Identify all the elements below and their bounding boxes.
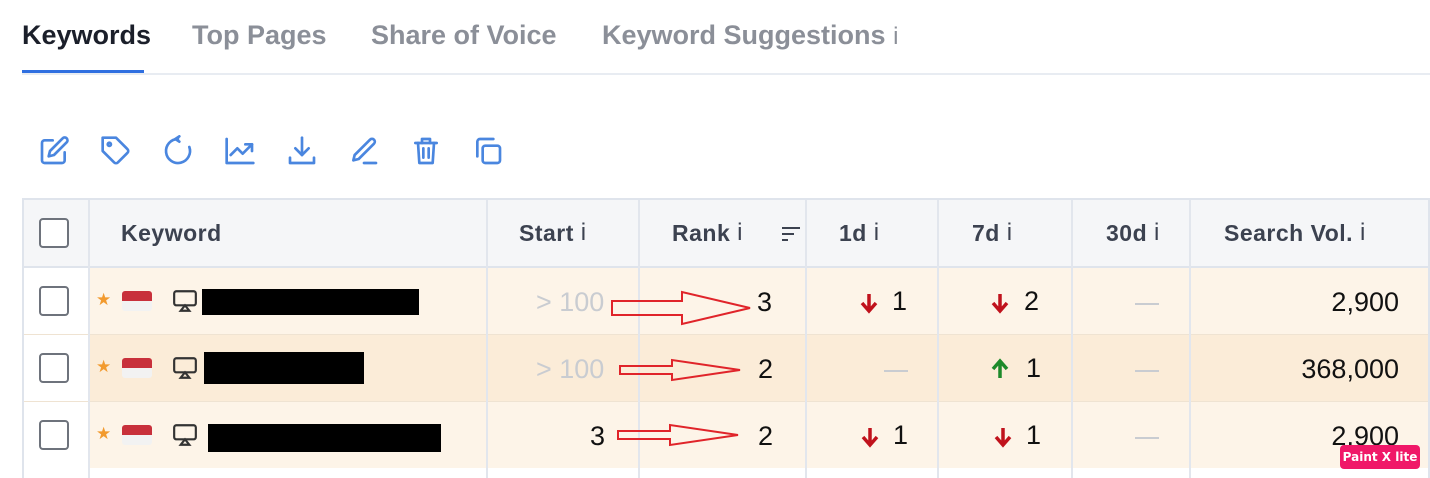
tab-keywords-label: Keywords: [22, 20, 152, 50]
change-30d-empty: [1135, 437, 1159, 439]
redacted-keyword: [202, 289, 419, 315]
desktop-icon: [172, 288, 198, 314]
column-header-1d-label: 1d: [839, 219, 867, 246]
column-header-rank-label: Rank: [672, 219, 731, 246]
watermark-badge: Paint X lite: [1340, 445, 1420, 469]
info-icon[interactable]: i: [581, 219, 587, 247]
start-rank: > 100: [536, 287, 605, 317]
row-select-cell: [24, 335, 88, 401]
column-header-7d[interactable]: 7d i: [972, 200, 1013, 266]
start-rank: 3: [590, 421, 606, 451]
tab-bar: Keywords Top Pages Share of Voice Keywor…: [22, 0, 1430, 75]
tab-share-of-voice[interactable]: Share of Voice: [371, 20, 557, 51]
sort-icon[interactable]: [780, 225, 802, 243]
trash-icon: [414, 137, 438, 165]
change-1d: 1: [893, 420, 909, 450]
pencil-button[interactable]: [346, 133, 382, 169]
duplicate-icon: [476, 137, 502, 165]
column-header-30d-label: 30d: [1106, 219, 1148, 246]
down-arrow-icon: [991, 294, 1009, 314]
column-header-1d[interactable]: 1d i: [839, 200, 880, 266]
row-checkbox[interactable]: [39, 420, 69, 450]
column-header-start[interactable]: Start i: [519, 200, 587, 266]
tab-top-pages-label: Top Pages: [192, 20, 327, 50]
delete-button[interactable]: [408, 133, 444, 169]
change-7d: 2: [1024, 286, 1040, 316]
edit-icon: [40, 136, 69, 165]
tab-keyword-suggestions[interactable]: Keyword Suggestions i: [602, 20, 898, 51]
annotation-arrow: [617, 423, 739, 447]
change-7d: 1: [1026, 420, 1042, 450]
tab-keywords[interactable]: Keywords: [22, 20, 151, 51]
column-header-search-volume-label: Search Vol.: [1224, 219, 1354, 246]
info-icon[interactable]: i: [1154, 219, 1160, 247]
download-icon: [288, 136, 316, 165]
row-select-cell: [24, 402, 88, 468]
change-1d: 1: [892, 286, 908, 316]
info-icon[interactable]: i: [893, 23, 898, 50]
info-icon[interactable]: i: [1007, 219, 1013, 247]
down-arrow-icon: [861, 428, 879, 448]
star-icon[interactable]: ★: [96, 357, 111, 377]
desktop-icon: [172, 422, 198, 448]
column-header-7d-label: 7d: [972, 219, 1000, 246]
tag-button[interactable]: [98, 133, 134, 169]
search-volume: 2,900: [1331, 287, 1399, 317]
trend-chart-button[interactable]: [222, 133, 258, 169]
current-rank: 2: [758, 354, 774, 384]
tab-keyword-suggestions-label: Keyword Suggestions: [602, 20, 886, 50]
search-volume: 368,000: [1301, 354, 1399, 384]
flag-icon: [122, 425, 152, 445]
redacted-keyword: [204, 352, 364, 384]
refresh-icon: [164, 135, 192, 165]
flag-icon: [122, 291, 152, 311]
info-icon[interactable]: i: [874, 219, 880, 247]
current-rank: 2: [758, 421, 774, 451]
trend-chart-icon: [225, 137, 255, 165]
download-button[interactable]: [284, 133, 320, 169]
star-icon[interactable]: ★: [96, 424, 111, 444]
tab-top-pages[interactable]: Top Pages: [192, 20, 327, 51]
table-header: Keyword Start i Rank i 1d i 7d i 30d i S…: [24, 200, 1428, 268]
redacted-keyword: [208, 424, 441, 452]
column-header-keyword[interactable]: Keyword: [121, 200, 222, 266]
annotation-arrow: [611, 290, 751, 326]
duplicate-button[interactable]: [470, 133, 506, 169]
column-header-keyword-label: Keyword: [121, 219, 222, 246]
current-rank: 3: [757, 287, 773, 317]
change-7d: 1: [1026, 353, 1042, 383]
info-icon[interactable]: i: [1360, 219, 1366, 247]
desktop-icon: [172, 355, 198, 381]
row-checkbox[interactable]: [39, 286, 69, 316]
annotation-arrow: [619, 358, 741, 382]
column-header-rank[interactable]: Rank i: [672, 200, 743, 266]
column-header-30d[interactable]: 30d i: [1106, 200, 1160, 266]
edit-button[interactable]: [36, 133, 72, 169]
column-header-start-label: Start: [519, 219, 574, 246]
down-arrow-icon: [994, 428, 1012, 448]
star-icon[interactable]: ★: [96, 290, 111, 310]
flag-icon: [122, 358, 152, 378]
change-1d-empty: [884, 370, 908, 372]
tag-icon: [101, 136, 130, 165]
tab-share-of-voice-label: Share of Voice: [371, 20, 557, 50]
select-all-checkbox[interactable]: [39, 218, 69, 248]
pencil-icon: [352, 137, 378, 165]
refresh-button[interactable]: [160, 133, 196, 169]
column-header-search-volume[interactable]: Search Vol. i: [1224, 200, 1366, 266]
change-30d-empty: [1135, 370, 1159, 372]
row-select-cell: [24, 268, 88, 334]
change-30d-empty: [1135, 303, 1159, 305]
start-rank: > 100: [536, 354, 605, 384]
down-arrow-icon: [860, 294, 878, 314]
row-checkbox[interactable]: [39, 353, 69, 383]
active-tab-indicator: [22, 70, 144, 73]
info-icon[interactable]: i: [737, 219, 743, 247]
up-arrow-icon: [991, 358, 1009, 378]
